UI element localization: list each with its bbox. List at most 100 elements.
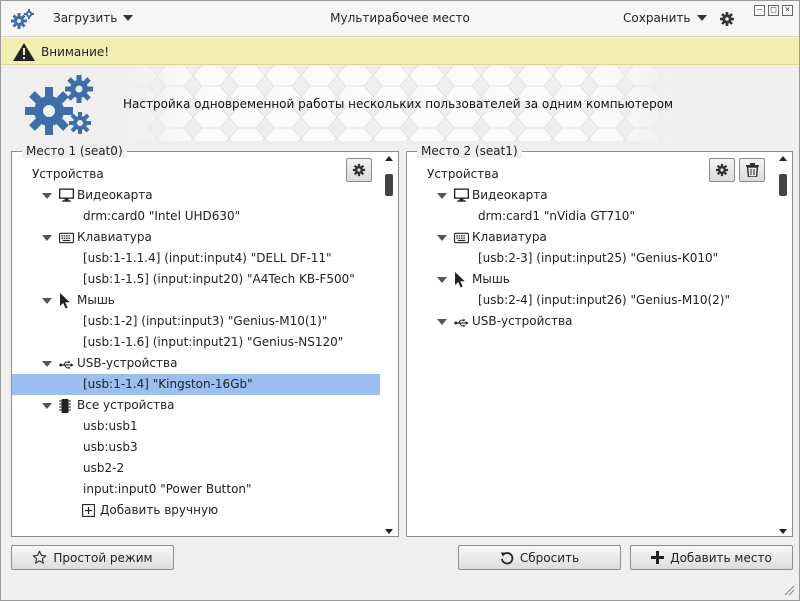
seat-1-device-tree: Устройства Видеокарта drm:card0 "Intel UHD… [12, 164, 380, 521]
tree-category[interactable]: USB-устройства [407, 311, 774, 332]
app-gears-icon[interactable] [11, 8, 35, 30]
seat-panel-1: Место 1 (seat0) Устройства Видеокарта drm:… [11, 144, 399, 537]
tree-item-label: Мышь [77, 293, 115, 307]
tree-item-label: drm:card1 "nVidia GT710" [478, 209, 635, 223]
tree-item-label: [usb:2-4] (input:input26) "Genius-M10(2)… [478, 293, 730, 307]
seat-2-scrollbar[interactable] [777, 156, 790, 534]
tree-device-item[interactable]: [usb:1-2] (input:input3) "Genius-M10(1)" [12, 311, 380, 332]
scroll-down-arrow-icon[interactable] [779, 529, 787, 534]
seat-1-title: Место 1 (seat0) [22, 144, 127, 158]
tree-item-label: [usb:2-3] (input:input25) "Genius-K010" [478, 251, 719, 265]
scroll-down-arrow-icon[interactable] [385, 529, 393, 534]
header-description: Настройка одновременной работы нескольки… [123, 97, 674, 111]
tree-category[interactable]: USB-устройства [12, 353, 380, 374]
load-menu-button[interactable]: Загрузить [53, 11, 134, 25]
seat-panel-2: Место 2 (seat1) Устройства Видеокарта drm:… [406, 144, 793, 537]
reset-icon [500, 551, 514, 564]
plus-icon [651, 551, 665, 564]
add-seat-label: Добавить место [670, 550, 772, 565]
scroll-up-arrow-icon[interactable] [779, 156, 787, 161]
tree-item-label: [usb:1-1.5] (input:input20) "A4Tech KB-F… [83, 272, 355, 286]
tree-root[interactable]: Устройства [407, 164, 774, 185]
keyboard-icon [59, 230, 75, 245]
tree-item-label: USB-устройства [77, 356, 178, 370]
plus-box-icon[interactable] [82, 503, 97, 518]
tree-category[interactable]: Клавиатура [12, 227, 380, 248]
tree-root[interactable]: Устройства [12, 164, 380, 185]
header-banner: Настройка одновременной работы нескольки… [1, 65, 799, 141]
tree-category[interactable]: Видеокарта [407, 185, 774, 206]
expand-arrow-icon[interactable] [437, 235, 447, 241]
usb-icon [59, 356, 74, 371]
save-menu-button[interactable]: Сохранить [623, 11, 707, 25]
chip-icon [59, 398, 74, 413]
reset-button[interactable]: Сбросить [458, 545, 621, 570]
tree-item-label: Устройства [427, 167, 499, 181]
monitor-icon [58, 188, 75, 203]
tree-item-label: Видеокарта [472, 188, 548, 202]
scroll-thumb[interactable] [779, 174, 787, 196]
keyboard-icon [454, 230, 470, 245]
tree-item-label: drm:card0 "Intel UHD630" [83, 209, 241, 223]
tree-item-label: Все устройства [77, 398, 175, 412]
seat-1-scrollbar[interactable] [383, 156, 396, 534]
expand-arrow-icon[interactable] [42, 298, 52, 304]
monitor-icon [453, 188, 470, 203]
reset-label: Сбросить [519, 550, 580, 565]
tree-device-item[interactable]: [usb:1-1.4] "Kingston-16Gb" [12, 374, 380, 395]
tree-item-label: [usb:1-2] (input:input3) "Genius-M10(1)" [83, 314, 328, 328]
tree-device-item[interactable]: usb:usb3 [12, 437, 380, 458]
tree-item-label: [usb:1-1.6] (input:input21) "Genius-NS12… [83, 335, 344, 349]
tree-item-label: [usb:1-1.1.4] (input:input4) "DELL DF-11… [83, 251, 332, 265]
tree-category[interactable]: Все устройства [12, 395, 380, 416]
save-label: Сохранить [623, 11, 691, 25]
settings-gear-icon[interactable] [719, 11, 735, 27]
window-controls: – □ × [754, 5, 793, 16]
close-button[interactable]: × [782, 5, 793, 16]
tree-device-item[interactable]: usb:usb1 [12, 416, 380, 437]
expand-arrow-icon[interactable] [437, 319, 447, 325]
tree-device-item[interactable]: [usb:2-4] (input:input26) "Genius-M10(2)… [407, 290, 774, 311]
resize-grip-icon[interactable] [783, 584, 795, 596]
tree-device-item[interactable]: usb2-2 [12, 458, 380, 479]
scroll-thumb[interactable] [385, 174, 393, 196]
expand-arrow-icon[interactable] [437, 193, 447, 199]
tree-category[interactable]: Мышь [407, 269, 774, 290]
expand-arrow-icon[interactable] [437, 277, 447, 283]
chevron-down-icon [123, 15, 134, 21]
seat-2-title: Место 2 (seat1) [417, 144, 522, 158]
expand-arrow-icon[interactable] [42, 235, 52, 241]
cursor-icon [454, 272, 469, 288]
tree-category[interactable]: Клавиатура [407, 227, 774, 248]
tree-item-label: Мышь [472, 272, 510, 286]
tree-item-label: Добавить вручную [100, 503, 219, 517]
tree-device-item[interactable]: Добавить вручную [12, 500, 380, 521]
tree-device-item[interactable]: [usb:1-1.6] (input:input21) "Genius-NS12… [12, 332, 380, 353]
tree-item-label: usb2-2 [83, 461, 125, 475]
tree-device-item[interactable]: input:input0 "Power Button" [12, 479, 380, 500]
load-label: Загрузить [53, 11, 118, 25]
seat-2-device-tree: Устройства Видеокарта drm:card1 "nVidia GT… [407, 164, 774, 332]
tree-device-item[interactable]: drm:card1 "nVidia GT710" [407, 206, 774, 227]
simple-mode-button[interactable]: Простой режим [11, 545, 174, 570]
expand-arrow-icon[interactable] [42, 361, 52, 367]
tree-device-item[interactable]: [usb:1-1.5] (input:input20) "A4Tech KB-F… [12, 269, 380, 290]
add-seat-button[interactable]: Добавить место [630, 545, 793, 570]
minimize-button[interactable]: – [754, 5, 765, 16]
tree-device-item[interactable]: [usb:2-3] (input:input25) "Genius-K010" [407, 248, 774, 269]
expand-arrow-icon[interactable] [42, 403, 52, 409]
tree-item-label: usb:usb1 [83, 419, 138, 433]
settings-gears-icon [25, 75, 93, 135]
tree-device-item[interactable]: [usb:1-1.1.4] (input:input4) "DELL DF-11… [12, 248, 380, 269]
warning-bar: Внимание! [1, 38, 799, 65]
scroll-up-arrow-icon[interactable] [385, 156, 393, 161]
title-bar: Загрузить Мультирабочее место Сохранить … [1, 1, 799, 37]
warning-text: Внимание! [41, 45, 110, 59]
maximize-button[interactable]: □ [768, 5, 779, 16]
tree-category[interactable]: Видеокарта [12, 185, 380, 206]
expand-arrow-icon[interactable] [42, 193, 52, 199]
tree-device-item[interactable]: drm:card0 "Intel UHD630" [12, 206, 380, 227]
tree-category[interactable]: Мышь [12, 290, 380, 311]
tree-item-label: Клавиатура [77, 230, 152, 244]
tree-item-label: USB-устройства [472, 314, 573, 328]
